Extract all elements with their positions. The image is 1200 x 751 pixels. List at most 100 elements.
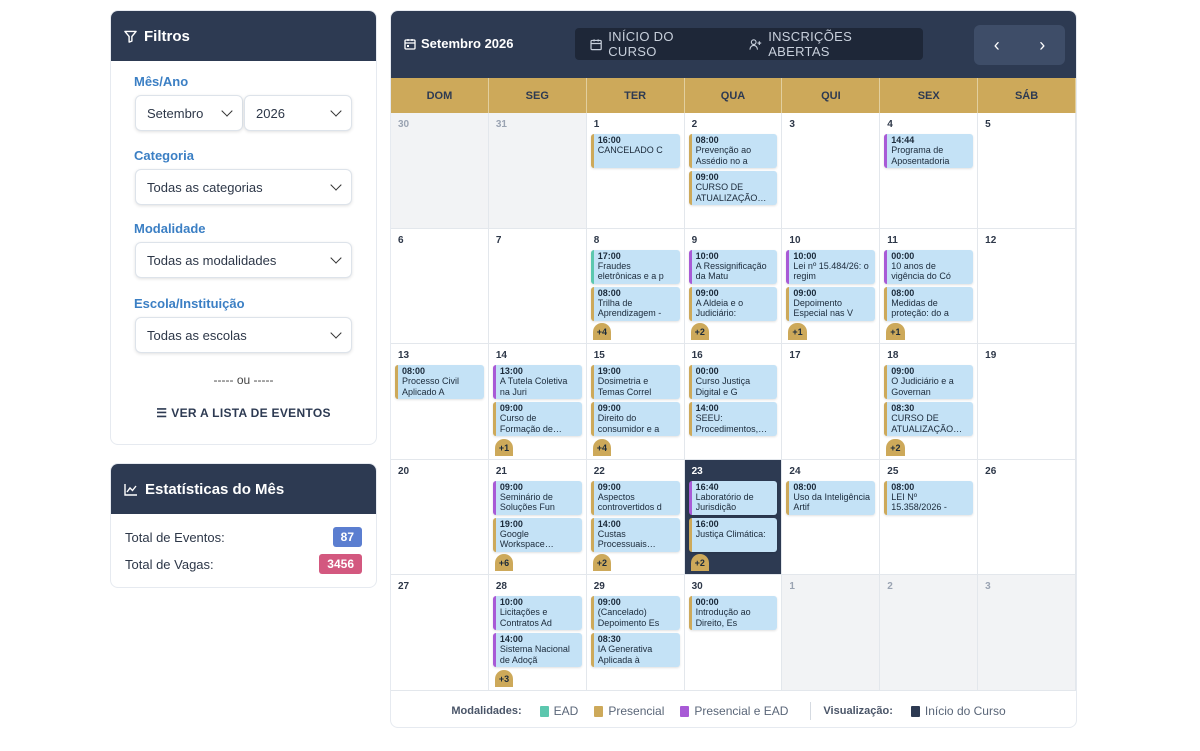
event-card[interactable]: 08:00 Uso da Inteligência Artif <box>786 480 876 515</box>
event-card[interactable]: 13:00 A Tutela Coletiva na Juri <box>492 365 582 400</box>
day-cell[interactable]: 9 10:00 A Ressignificação da Matu 09:00 A Al… <box>684 228 783 345</box>
month-select-value: Setembro <box>147 105 204 121</box>
day-cell[interactable]: 2 08:00 Prevenção ao Assédio no a 09:00 CURS… <box>684 113 783 229</box>
event-list-link[interactable]: ☰ VER A LISTA DE EVENTOS <box>111 406 376 420</box>
filters-header: Filtros <box>111 11 376 61</box>
event-card[interactable]: 08:00 Trilha de Aprendizagem - <box>590 286 680 321</box>
day-cell[interactable]: 1 16:00 CANCELADO C <box>586 113 685 229</box>
event-card[interactable]: 09:00 O Judiciário e a Governan <box>884 365 974 400</box>
event-card[interactable]: 08:00 Processo Civil Aplicado A <box>395 365 484 400</box>
day-cell[interactable]: 8 17:00 Fraudes eletrônicas e a p 08:00 Tril… <box>586 228 685 345</box>
event-card[interactable]: 14:00 SEEU: Procedimentos,… <box>688 402 778 437</box>
event-card[interactable]: 09:00 Direito do consumidor e a <box>590 402 680 437</box>
event-card[interactable]: 00:00 Curso Justiça Digital e G <box>688 365 778 400</box>
prev-month-button[interactable]: ‹ <box>974 25 1020 65</box>
event-card[interactable]: 19:00 Google Workspace… <box>492 517 582 552</box>
next-month-button[interactable]: › <box>1020 25 1066 65</box>
more-events-badge[interactable]: +1 <box>886 323 905 341</box>
event-card[interactable]: 08:30 CURSO DE ATUALIZAÇÃO… <box>884 402 974 437</box>
day-cell-today[interactable]: 23 16:40 Laboratório de Jurisdição 16:00 Jus… <box>684 459 783 576</box>
more-events-badge[interactable]: +1 <box>788 323 807 341</box>
day-cell[interactable]: 7 <box>488 228 587 345</box>
day-cell[interactable]: 25 08:00LEI Nº 15.358/2026 - Orga <box>880 459 979 576</box>
event-card[interactable]: 09:00 Seminário de Soluções Fun <box>492 480 582 515</box>
day-cell[interactable]: 24 08:00 Uso da Inteligência Artif <box>782 459 881 576</box>
day-cell[interactable]: 2 <box>880 575 979 691</box>
day-cell[interactable]: 17 <box>782 344 881 460</box>
event-card[interactable]: 16:00 CANCELADO C <box>590 134 680 168</box>
month-select[interactable]: Setembro <box>135 95 243 131</box>
day-cell[interactable]: 18 09:00 O Judiciário e a Governan 08:30 CUR… <box>880 344 979 460</box>
day-cell[interactable]: 31 <box>488 113 587 229</box>
event-card[interactable]: 09:00 (Cancelado) Depoimento Es <box>590 596 680 631</box>
event-card[interactable]: 14:44 Programa de Aposentadoria <box>884 134 974 168</box>
more-events-badge[interactable]: +2 <box>592 554 611 572</box>
day-cell[interactable]: 3 <box>978 575 1076 691</box>
day-cell[interactable]: 4 14:44 Programa de Aposentadoria <box>880 113 979 229</box>
day-cell[interactable]: 12 <box>978 228 1076 345</box>
day-cell[interactable]: 3 <box>782 113 881 229</box>
day-cell[interactable]: 6 <box>391 228 489 345</box>
event-time: 17:00 <box>597 250 621 261</box>
day-cell[interactable]: 22 09:00 Aspectos controvertidos d 14:00 Cus… <box>586 459 685 576</box>
more-events-badge[interactable]: +1 <box>494 438 514 456</box>
day-cell[interactable]: 28 10:00 Licitações e Contratos Ad 14:00 Sis… <box>488 575 587 691</box>
event-card[interactable]: 09:00 Curso de Formação de… <box>492 402 582 437</box>
view-open-button[interactable]: INSCRIÇÕES ABERTAS <box>734 28 923 60</box>
event-time: 08:00 <box>891 287 915 298</box>
event-title: Licitações e Contratos Ad <box>499 607 552 628</box>
day-cell[interactable]: 30 <box>391 113 489 229</box>
day-cell[interactable]: 27 <box>391 575 489 691</box>
day-cell[interactable]: 15 19:00 Dosimetria e Temas Correl 09:00 Dir… <box>586 344 685 460</box>
day-cell[interactable]: 26 <box>978 459 1076 576</box>
day-cell[interactable]: 20 <box>391 459 489 576</box>
event-card[interactable]: 19:00 Dosimetria e Temas Correl <box>590 365 680 400</box>
event-card[interactable]: 16:00 Justiça Climática: <box>688 517 778 552</box>
stat-vacancies-row: Total de Vagas: 3456 <box>125 554 362 574</box>
event-card[interactable]: 00:00 10 anos de vigência do Có <box>884 249 974 284</box>
event-card[interactable]: 08:30 IA Generativa Aplicada à <box>590 633 680 668</box>
more-events-badge[interactable]: +2 <box>690 554 709 572</box>
day-cell[interactable]: 13 08:00 Processo Civil Aplicado A <box>391 344 489 460</box>
school-select[interactable]: Todas as escolas <box>135 317 352 353</box>
event-card[interactable]: 17:00 Fraudes eletrônicas e a p <box>590 249 680 284</box>
event-card[interactable]: 09:00 Aspectos controvertidos d <box>590 480 680 515</box>
more-events-badge[interactable]: +6 <box>494 554 514 572</box>
day-cell[interactable]: 21 09:00 Seminário de Soluções Fun 19:00 Goo… <box>488 459 587 576</box>
event-card[interactable]: 10:00 A Ressignificação da Matu <box>688 249 778 284</box>
legend-mix: Presencial e EAD <box>680 704 788 718</box>
event-card[interactable]: 10:00 Lei nº 15.484/26: o regim <box>786 249 876 284</box>
modality-select[interactable]: Todas as modalidades <box>135 242 352 278</box>
event-card[interactable]: 00:00 Introdução ao Direito, Es <box>688 596 778 631</box>
day-cell[interactable]: 5 <box>978 113 1076 229</box>
more-events-badge[interactable]: +2 <box>886 438 905 456</box>
day-cell[interactable]: 16 00:00 Curso Justiça Digital e G 14:00 SEE… <box>684 344 783 460</box>
event-card[interactable]: 09:00 CURSO DE ATUALIZAÇÃO… <box>688 171 778 205</box>
day-cell[interactable]: 1 <box>782 575 881 691</box>
more-events-badge[interactable]: +2 <box>690 323 709 341</box>
day-cell[interactable]: 10 10:00 Lei nº 15.484/26: o regim 09:00 Dep… <box>782 228 881 345</box>
day-cell[interactable]: 30 00:00 Introdução ao Direito, Es <box>684 575 783 691</box>
view-start-button[interactable]: INÍCIO DO CURSO <box>575 28 734 60</box>
event-card[interactable]: 08:00 Prevenção ao Assédio no a <box>688 134 778 168</box>
filters-title: Filtros <box>144 27 190 45</box>
day-cell[interactable]: 29 09:00 (Cancelado) Depoimento Es 08:30 IA … <box>586 575 685 691</box>
more-events-badge[interactable]: +4 <box>592 323 611 341</box>
event-card[interactable]: 16:40 Laboratório de Jurisdição <box>688 480 778 515</box>
event-title: Dosimetria e Temas Correl <box>597 376 652 397</box>
event-card[interactable]: 08:00 Medidas de proteção: do a <box>884 286 974 321</box>
day-cell[interactable]: 19 <box>978 344 1076 460</box>
event-card[interactable]: 10:00 Licitações e Contratos Ad <box>492 596 582 631</box>
day-cell[interactable]: 14 13:00 A Tutela Coletiva na Juri 09:00 Cur… <box>488 344 587 460</box>
event-card[interactable]: 09:00 A Aldeia e o Judiciário: <box>688 286 778 321</box>
category-select[interactable]: Todas as categorias <box>135 169 352 205</box>
event-card[interactable]: 14:00 Sistema Nacional de Adoçã <box>492 633 582 668</box>
event-card[interactable]: 14:00 Custas Processuais… <box>590 517 680 552</box>
more-events-badge[interactable]: +3 <box>494 669 514 687</box>
filter-icon <box>124 30 137 43</box>
year-select[interactable]: 2026 <box>244 95 352 131</box>
more-events-badge[interactable]: +4 <box>592 438 611 456</box>
event-card[interactable]: 09:00 Depoimento Especial nas V <box>786 286 876 321</box>
day-cell[interactable]: 11 00:00 10 anos de vigência do Có 08:00 Med… <box>880 228 979 345</box>
event-card[interactable]: 08:00LEI Nº 15.358/2026 - Orga <box>884 480 974 515</box>
